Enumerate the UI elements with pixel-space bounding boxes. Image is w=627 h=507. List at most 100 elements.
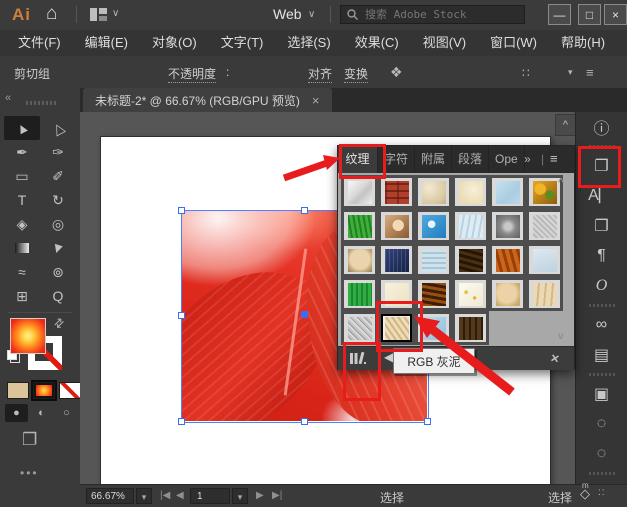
swatch-granite[interactable] xyxy=(341,311,378,345)
swatch-blue-streaks[interactable] xyxy=(452,209,489,243)
swatch-stucco-rgb[interactable] xyxy=(378,311,415,345)
collapse-tools-icon[interactable]: « xyxy=(5,92,10,104)
graphic-styles-panel-icon[interactable]: ❐ xyxy=(576,211,627,241)
arrange-documents-icon[interactable] xyxy=(90,8,107,26)
color-button[interactable] xyxy=(7,382,29,399)
panel-menu-icon[interactable]: ≡ xyxy=(550,151,558,166)
panel-tab-1[interactable]: 字符 xyxy=(378,146,415,173)
draw-inside-mode[interactable]: ○ xyxy=(55,404,78,422)
selection-tool[interactable]: ▲ xyxy=(4,116,40,140)
swatch-parchment[interactable] xyxy=(415,175,452,209)
last-page-button[interactable]: ▶| xyxy=(272,490,282,501)
swatch-red-brick[interactable] xyxy=(378,175,415,209)
artboard-number-field[interactable]: 1 xyxy=(190,488,230,504)
gradient-tool[interactable] xyxy=(4,236,40,260)
swatch-denim[interactable] xyxy=(378,243,415,277)
menu-item-7[interactable]: 窗口(W) xyxy=(478,30,549,56)
libraries-panel-icon[interactable]: ▤ xyxy=(576,340,627,370)
select-similar-icon[interactable]: ❖ xyxy=(390,64,403,81)
swatch-metal-knot[interactable] xyxy=(489,209,526,243)
document-tab[interactable]: 未标题-2* @ 66.67% (RGB/GPU 预览) × xyxy=(83,88,332,112)
symbols-panel-icon[interactable]: ❐ xyxy=(576,151,627,181)
draw-behind-mode[interactable]: ◐ xyxy=(30,404,53,422)
swatch-cream-paper[interactable] xyxy=(452,175,489,209)
rectangle-tool[interactable]: ▭ xyxy=(4,164,40,188)
swatch-orange-bark[interactable] xyxy=(415,277,452,311)
selection-handle[interactable] xyxy=(178,418,185,425)
stock-search-box[interactable] xyxy=(340,5,525,24)
screen-mode-icon[interactable]: ❐ xyxy=(22,430,37,450)
swatch-scroll-down-icon[interactable]: v xyxy=(558,331,564,342)
menu-item-4[interactable]: 选择(S) xyxy=(275,30,342,56)
swatch-white-marble[interactable] xyxy=(341,175,378,209)
selection-handle[interactable] xyxy=(178,312,185,319)
swatch-water-splash[interactable] xyxy=(415,209,452,243)
artboard-dropdown-icon[interactable]: ▾ xyxy=(232,488,248,504)
info-icon[interactable]: ⓘ xyxy=(576,112,627,142)
panel-tab-0[interactable]: 纹理 xyxy=(338,146,378,173)
swatch-grass[interactable] xyxy=(341,209,378,243)
next-page-button[interactable]: ▶ xyxy=(256,490,264,501)
zoom-tool[interactable]: Q xyxy=(40,284,76,308)
swatch-bread[interactable] xyxy=(489,277,526,311)
opacity-link[interactable]: 不透明度 xyxy=(168,65,216,83)
home-icon[interactable]: ⌂ xyxy=(46,3,57,25)
swatch-yellow-dots[interactable] xyxy=(452,277,489,311)
swatch-tan-blob[interactable] xyxy=(378,209,415,243)
first-page-button[interactable]: |◀ xyxy=(160,490,170,501)
close-button[interactable]: × xyxy=(604,4,627,25)
selection-handle[interactable] xyxy=(424,418,431,425)
swatch-small-blue[interactable] xyxy=(415,311,452,345)
symbol-sprayer-icon[interactable]: ◌ xyxy=(576,439,627,469)
selection-handle[interactable] xyxy=(178,207,185,214)
zoom-dropdown-icon[interactable]: ▾ xyxy=(136,488,152,504)
swatch-rust[interactable] xyxy=(489,243,526,277)
none-button[interactable] xyxy=(59,382,81,399)
character-panel-icon[interactable]: A⎸ xyxy=(576,181,627,211)
width-tool[interactable]: ≈ xyxy=(4,260,40,284)
swatch-parchment-2[interactable] xyxy=(526,277,563,311)
brushes-panel-icon[interactable]: ◌ xyxy=(576,409,627,439)
opentype-panel-icon[interactable]: O xyxy=(576,271,627,301)
swatch-scroll[interactable] xyxy=(341,243,378,277)
delete-swatch-icon[interactable]: × xyxy=(549,349,560,366)
appearance-panel-icon[interactable]: ▣ xyxy=(576,379,627,409)
links-panel-icon[interactable]: ∞ xyxy=(576,310,627,340)
swatch-gray-speckle[interactable] xyxy=(526,209,563,243)
zoom-level-field[interactable]: 66.67% xyxy=(86,488,134,504)
menu-item-0[interactable]: 文件(F) xyxy=(6,30,73,56)
swatch-light-blue[interactable] xyxy=(489,175,526,209)
close-tab-icon[interactable]: × xyxy=(312,93,320,108)
curvature-tool[interactable]: ✑ xyxy=(40,140,76,164)
panel-tab-3[interactable]: 段落 xyxy=(452,146,489,173)
paintbrush-tool[interactable]: ✐ xyxy=(40,164,76,188)
selection-handle[interactable] xyxy=(301,418,308,425)
swatch-wood-planks[interactable] xyxy=(452,311,489,345)
menu-item-2[interactable]: 对象(O) xyxy=(140,30,209,56)
chevron-down-icon[interactable]: ∨ xyxy=(308,9,315,20)
panel-tab-4[interactable]: Ope xyxy=(489,146,525,173)
menu-item-8[interactable]: 帮助(H) xyxy=(549,30,617,56)
rotate-tool[interactable]: ↻ xyxy=(40,188,76,212)
direct-selection-tool[interactable]: △ xyxy=(40,116,76,140)
swatch-green[interactable] xyxy=(341,277,378,311)
gradient-button[interactable] xyxy=(33,382,55,399)
settings-grid-icon[interactable]: ∷ xyxy=(522,66,530,80)
type-tool[interactable]: T xyxy=(4,188,40,212)
eraser-tool[interactable]: ◈ xyxy=(4,212,40,236)
maximize-button[interactable]: □ xyxy=(578,4,601,25)
draw-normal-mode[interactable]: ● xyxy=(5,404,28,422)
paragraph-panel-icon[interactable]: ¶ xyxy=(576,241,627,271)
lasso-tool[interactable]: ◎ xyxy=(40,212,76,236)
menu-item-5[interactable]: 效果(C) xyxy=(343,30,411,56)
chevron-down-icon[interactable]: ∨ xyxy=(112,8,119,19)
swap-fill-stroke-icon[interactable]: ⇄ xyxy=(51,314,68,331)
swatch-ivory[interactable] xyxy=(378,277,415,311)
panel-list-icon[interactable]: ≡ xyxy=(586,65,594,80)
previous-library-icon[interactable]: ◀ xyxy=(384,350,393,364)
swatch-soft-blue[interactable] xyxy=(526,243,563,277)
eyedropper-tool[interactable]: ▼ xyxy=(40,236,76,260)
selection-handle[interactable] xyxy=(301,207,308,214)
search-input[interactable] xyxy=(363,7,507,22)
swatch-dark-bark[interactable] xyxy=(452,243,489,277)
